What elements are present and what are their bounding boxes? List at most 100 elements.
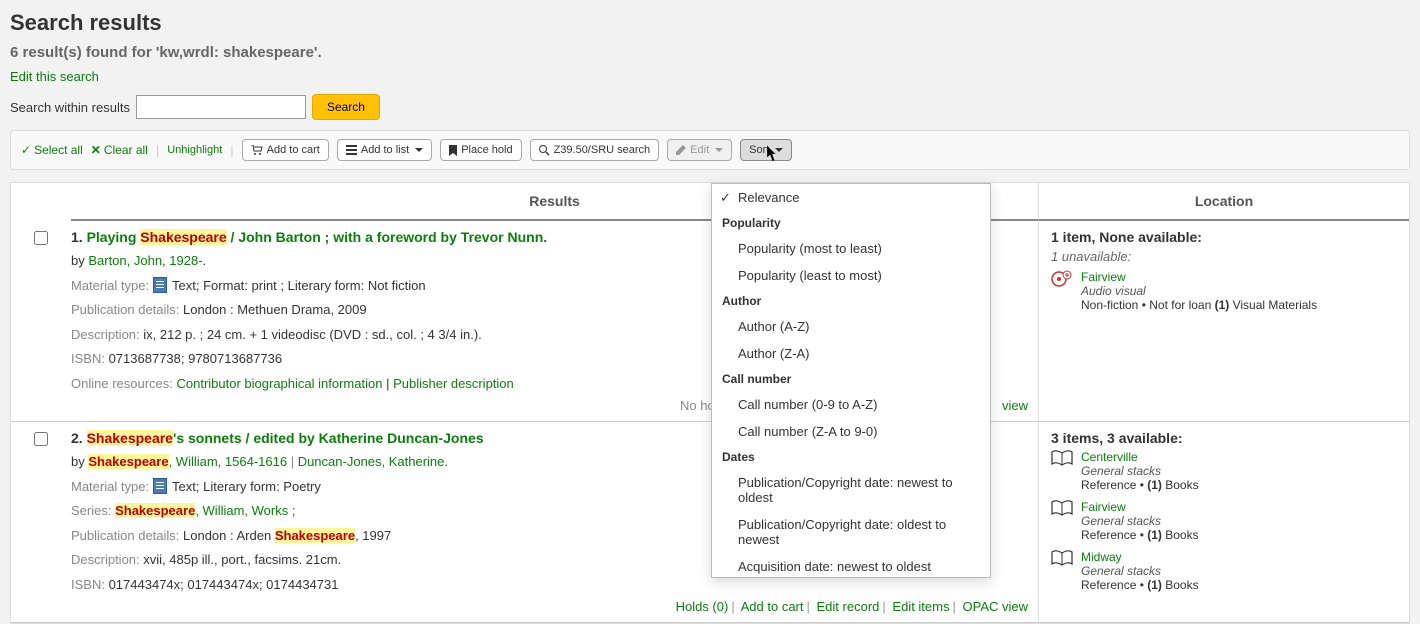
page-title: Search results (10, 10, 1410, 36)
title-text: / John Barton ; with a foreword by Trevo… (227, 229, 547, 245)
edit-search-link[interactable]: Edit this search (10, 69, 99, 84)
search-within-button[interactable]: Search (312, 94, 380, 120)
pub-value: , 1997 (355, 528, 391, 543)
library-link[interactable]: Midway (1081, 550, 1122, 564)
sort-header-author: Author (712, 289, 990, 313)
results-subtitle: 6 result(s) found for 'kw,wrdl: shakespe… (10, 44, 1410, 61)
desc-label: Description: (71, 327, 143, 342)
chevron-down-icon (775, 148, 783, 152)
highlight: Shakespeare (140, 229, 226, 245)
add-cart-link[interactable]: Add to cart (741, 599, 804, 614)
series-label: Series: (71, 503, 115, 518)
add-to-list-label: Add to list (361, 144, 409, 156)
availability-text: Reference • (1) Books (1081, 578, 1199, 592)
holds-link[interactable]: Holds (0) (676, 599, 729, 614)
check-icon: ✓ (21, 143, 31, 157)
material-label: Material type: (71, 479, 153, 494)
opac-view-link[interactable]: OPAC view (963, 599, 1029, 614)
pencil-icon (676, 145, 686, 155)
sort-option-relevance[interactable]: Relevance (712, 184, 990, 211)
title-text: Playing (87, 229, 141, 245)
noholds-text: No ho (680, 398, 715, 413)
material-value: Text (172, 278, 196, 293)
sort-option-author-za[interactable]: Author (Z-A) (712, 340, 990, 367)
sort-option-pop-most[interactable]: Popularity (most to least) (712, 235, 990, 262)
author-link[interactable]: Duncan-Jones, Katherine (298, 454, 445, 469)
desc-value: xvii, 485p ill., port., facsims. 21cm. (143, 552, 341, 567)
row-checkbox[interactable] (34, 432, 48, 446)
pub-value: London : Arden (183, 528, 275, 543)
isbn-value: 0713687738; 9780713687736 (109, 351, 283, 366)
format-value: ; Format: print ; Literary form: Not fic… (196, 278, 426, 293)
txt: , William, Works ; (195, 503, 295, 518)
sort-label: Sort (749, 144, 769, 156)
by-label: by (71, 454, 88, 469)
add-to-cart-button[interactable]: Add to cart (242, 139, 329, 161)
pub-label: Publication details: (71, 302, 183, 317)
sort-option-date-new[interactable]: Publication/Copyright date: newest to ol… (712, 469, 990, 511)
series-link[interactable]: Shakespeare, William, Works ; (115, 503, 295, 518)
library-link[interactable]: Fairview (1081, 500, 1126, 514)
cart-icon (251, 145, 263, 156)
library-link[interactable]: Centerville (1081, 450, 1138, 464)
separator: | (156, 143, 159, 158)
sort-header-popularity: Popularity (712, 211, 990, 235)
sort-option-call-desc[interactable]: Call number (Z-A to 9-0) (712, 418, 990, 445)
desc-label: Description: (71, 552, 143, 567)
results-table: Relevance Popularity Popularity (most to… (10, 182, 1410, 624)
add-to-list-button[interactable]: Add to list (337, 139, 432, 161)
chevron-down-icon (415, 148, 423, 152)
select-all-link[interactable]: ✓ Select all (21, 143, 83, 157)
shelf-text: General stacks (1081, 564, 1161, 578)
result-title-link[interactable]: Shakespeare's sonnets / edited by Kather… (87, 430, 484, 446)
author-link[interactable]: Shakespeare, William, 1564-1616 (88, 454, 287, 469)
bookmark-icon (449, 145, 457, 156)
col-header-location: Location (1039, 183, 1409, 221)
sort-header-dates: Dates (712, 445, 990, 469)
sort-option-date-old[interactable]: Publication/Copyright date: oldest to ne… (712, 511, 990, 553)
by-label: by (71, 253, 88, 268)
highlight: Shakespeare (275, 528, 355, 543)
result-title-link[interactable]: Playing Shakespeare / John Barton ; with… (87, 229, 548, 245)
online-label: Online resources: (71, 376, 177, 391)
sort-option-pop-least[interactable]: Popularity (least to most) (712, 262, 990, 289)
sort-button[interactable]: Sort (740, 139, 792, 161)
highlight: Shakespeare (87, 430, 173, 446)
place-hold-button[interactable]: Place hold (440, 139, 521, 161)
edit-items-link[interactable]: Edit items (892, 599, 949, 614)
z3950-button[interactable]: Z39.50/SRU search (530, 139, 660, 161)
sep: | (287, 454, 298, 469)
litform-value: ; Literary form: Poetry (196, 479, 321, 494)
availability-text: Reference • (1) Books (1081, 478, 1199, 492)
author-link[interactable]: Barton, John, 1928- (88, 253, 202, 268)
clear-all-link[interactable]: ✕ Clear all (91, 143, 148, 157)
unhighlight-link[interactable]: Unhighlight (167, 144, 222, 156)
availability-text: Reference • (1) Books (1081, 528, 1199, 542)
table-row: 1. Playing Shakespeare / John Barton ; w… (11, 221, 1409, 422)
disc-icon (1051, 270, 1073, 312)
sort-option-acq-new[interactable]: Acquisition date: newest to oldest (712, 553, 990, 578)
edit-record-link[interactable]: Edit record (817, 599, 880, 614)
sort-option-call-asc[interactable]: Call number (0-9 to A-Z) (712, 391, 990, 418)
shelf-text: General stacks (1081, 464, 1161, 478)
text-icon (153, 478, 167, 494)
row-checkbox[interactable] (34, 231, 48, 245)
isbn-label: ISBN: (71, 351, 109, 366)
pub-value: London : Methuen Drama, 2009 (183, 302, 367, 317)
book-icon (1051, 500, 1073, 542)
title-text: 's sonnets / edited by Katherine Duncan-… (173, 430, 484, 446)
sort-option-author-az[interactable]: Author (A-Z) (712, 313, 990, 340)
text-icon (153, 277, 167, 293)
result-number: 1. (71, 229, 83, 245)
online-resource-link[interactable]: Contributor biographical information (177, 376, 383, 391)
desc-value: ix, 212 p. ; 24 cm. + 1 videodisc (DVD :… (143, 327, 482, 342)
shelf-text: General stacks (1081, 514, 1161, 528)
library-link[interactable]: Fairview (1081, 270, 1126, 284)
material-label: Material type: (71, 278, 153, 293)
z3950-label: Z39.50/SRU search (554, 144, 651, 156)
online-resource-link[interactable]: Publisher description (393, 376, 514, 391)
material-value: Text (172, 479, 196, 494)
opac-view-link[interactable]: view (1002, 398, 1028, 413)
search-within-input[interactable] (136, 95, 306, 119)
book-icon (1051, 450, 1073, 492)
